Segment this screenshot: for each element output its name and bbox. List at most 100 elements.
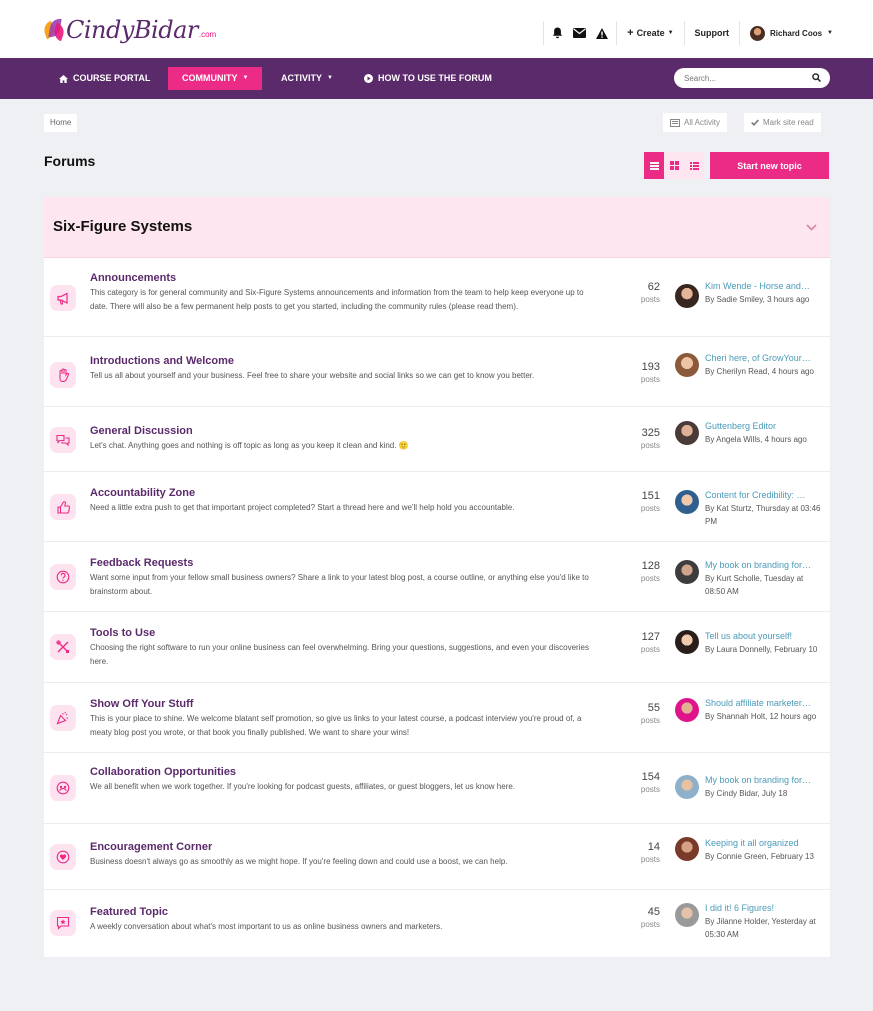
avatar[interactable] (675, 903, 699, 927)
user-toolbar: + Create ▼ Support Richard Coos ▼ (543, 20, 833, 46)
forum-title-link[interactable]: Accountability Zone (90, 487, 195, 499)
search-input[interactable] (674, 68, 830, 88)
breadcrumb-home[interactable]: Home (50, 118, 71, 127)
heart-circle-icon (50, 844, 76, 870)
mark-site-read-button[interactable]: Mark site read (744, 113, 821, 132)
avatar[interactable] (675, 353, 699, 377)
last-post-link[interactable]: My book on branding for… (705, 775, 823, 785)
create-label: Create (636, 28, 665, 38)
grid-view-icon (669, 161, 679, 170)
avatar[interactable] (675, 421, 699, 445)
avatar[interactable] (675, 698, 699, 722)
thumbs-up-icon (50, 494, 76, 520)
last-post-link[interactable]: Content for Credibility: … (705, 490, 823, 500)
posts-label: posts (640, 855, 660, 864)
posts-label: posts (640, 645, 660, 654)
nav-how-to-use[interactable]: HOW TO USE THE FORUM (364, 67, 492, 90)
chevron-down-icon[interactable] (806, 224, 817, 231)
wave-hand-icon (50, 362, 76, 388)
forum-title-link[interactable]: Encouragement Corner (90, 841, 212, 853)
nav-activity[interactable]: ACTIVITY ▼ (281, 67, 333, 90)
forum-title-link[interactable]: Show Off Your Stuff (90, 698, 193, 710)
posts-label: posts (640, 375, 660, 384)
last-post-link[interactable]: Guttenberg Editor (705, 421, 823, 431)
avatar[interactable] (675, 775, 699, 799)
avatar[interactable] (675, 560, 699, 584)
last-post-link[interactable]: Should affiliate marketer… (705, 698, 823, 708)
forum-row: Collaboration Opportunities We all benef… (44, 753, 830, 824)
last-post-meta: By Kurt Scholle, Tuesday at 08:50 AM (705, 574, 804, 596)
post-count: 62 (647, 281, 660, 293)
last-post-link[interactable]: Cheri here, of GrowYour… (705, 353, 823, 363)
category-header[interactable]: Six-Figure Systems (44, 197, 830, 258)
forum-row: Show Off Your Stuff This is your place t… (44, 683, 830, 753)
search-icon[interactable] (812, 73, 821, 82)
forum-row: Feedback Requests Want some input from y… (44, 542, 830, 612)
avatar[interactable] (675, 630, 699, 654)
last-post-meta: By Laura Donnelly, February 10 (705, 645, 818, 654)
last-post-meta: By Jilanne Holder, Yesterday at 05:30 AM (705, 917, 816, 939)
check-icon (751, 119, 759, 126)
forum-row: Tools to Use Choosing the right software… (44, 612, 830, 683)
avatar[interactable] (675, 837, 699, 861)
warning-icon[interactable] (596, 27, 609, 39)
forum-title-link[interactable]: Collaboration Opportunities (90, 766, 236, 778)
forum-description: This category is for general community a… (90, 288, 584, 311)
bell-icon[interactable] (552, 27, 563, 39)
caret-down-icon: ▼ (667, 30, 674, 36)
last-post-link[interactable]: I did it! 6 Figures! (705, 903, 823, 913)
forum-title-link[interactable]: Featured Topic (90, 906, 168, 918)
breadcrumb: Home (44, 114, 78, 132)
table-view-icon (649, 161, 659, 170)
view-table-button[interactable] (644, 152, 664, 179)
avatar[interactable] (675, 284, 699, 308)
forum-description: A weekly conversation about what's most … (90, 922, 443, 931)
logo-name: CindyBidar (66, 16, 198, 44)
avatar[interactable] (675, 490, 699, 514)
caret-down-icon: ▼ (242, 75, 249, 81)
view-list-button[interactable] (684, 152, 704, 179)
all-activity-label: All Activity (684, 118, 721, 127)
all-activity-button[interactable]: All Activity (663, 113, 728, 132)
last-post-meta: By Angela Wills, 4 hours ago (705, 435, 807, 444)
nav-course-portal[interactable]: COURSE PORTAL (59, 67, 150, 90)
site-logo[interactable]: CindyBidar .com (41, 16, 217, 44)
forum-title-link[interactable]: General Discussion (90, 425, 193, 437)
nav-community[interactable]: COMMUNITY ▼ (168, 67, 263, 90)
forum-title-link[interactable]: Announcements (90, 272, 176, 284)
create-menu-button[interactable]: + Create ▼ (617, 27, 683, 39)
support-link[interactable]: Support (685, 28, 740, 38)
last-post-link[interactable]: Keeping it all organized (705, 838, 823, 848)
question-circle-icon (50, 564, 76, 590)
view-grid-button[interactable] (664, 152, 684, 179)
forum-title-link[interactable]: Tools to Use (90, 627, 155, 639)
logo-suffix: .com (198, 29, 217, 39)
forum-row: Encouragement Corner Business doesn't al… (44, 824, 830, 890)
last-post-link[interactable]: Kim Wende - Horse and… (705, 281, 823, 291)
forum-row: Introductions and Welcome Tell us all ab… (44, 337, 830, 407)
last-post-meta: By Kat Sturtz, Thursday at 03:46 PM (705, 504, 821, 526)
last-post-link[interactable]: My book on branding for… (705, 560, 823, 570)
last-post-meta: By Cherilyn Read, 4 hours ago (705, 367, 814, 376)
forum-title-link[interactable]: Introductions and Welcome (90, 355, 234, 367)
post-count: 55 (647, 702, 660, 714)
post-count: 127 (641, 631, 660, 643)
last-post-link[interactable]: Tell us about yourself! (705, 631, 823, 641)
play-circle-icon (364, 74, 373, 83)
forum-description: Tell us all about yourself and your busi… (90, 371, 535, 380)
nav-label: COURSE PORTAL (73, 73, 151, 83)
envelope-icon[interactable] (573, 28, 587, 38)
posts-label: posts (640, 785, 660, 794)
start-new-topic-button[interactable]: Start new topic (710, 152, 829, 179)
user-menu-button[interactable]: Richard Coos ▼ (740, 25, 833, 41)
category-title: Six-Figure Systems (53, 218, 193, 235)
user-avatar (750, 25, 766, 41)
post-count: 128 (641, 560, 660, 572)
forum-title-link[interactable]: Feedback Requests (90, 557, 193, 569)
forum-row: Announcements This category is for gener… (44, 259, 830, 337)
view-toggle (644, 152, 704, 179)
posts-label: posts (640, 574, 660, 583)
last-post-meta: By Sadie Smiley, 3 hours ago (705, 295, 810, 304)
butterfly-logo-icon (41, 17, 67, 42)
last-post-meta: By Shannah Holt, 12 hours ago (705, 712, 817, 721)
